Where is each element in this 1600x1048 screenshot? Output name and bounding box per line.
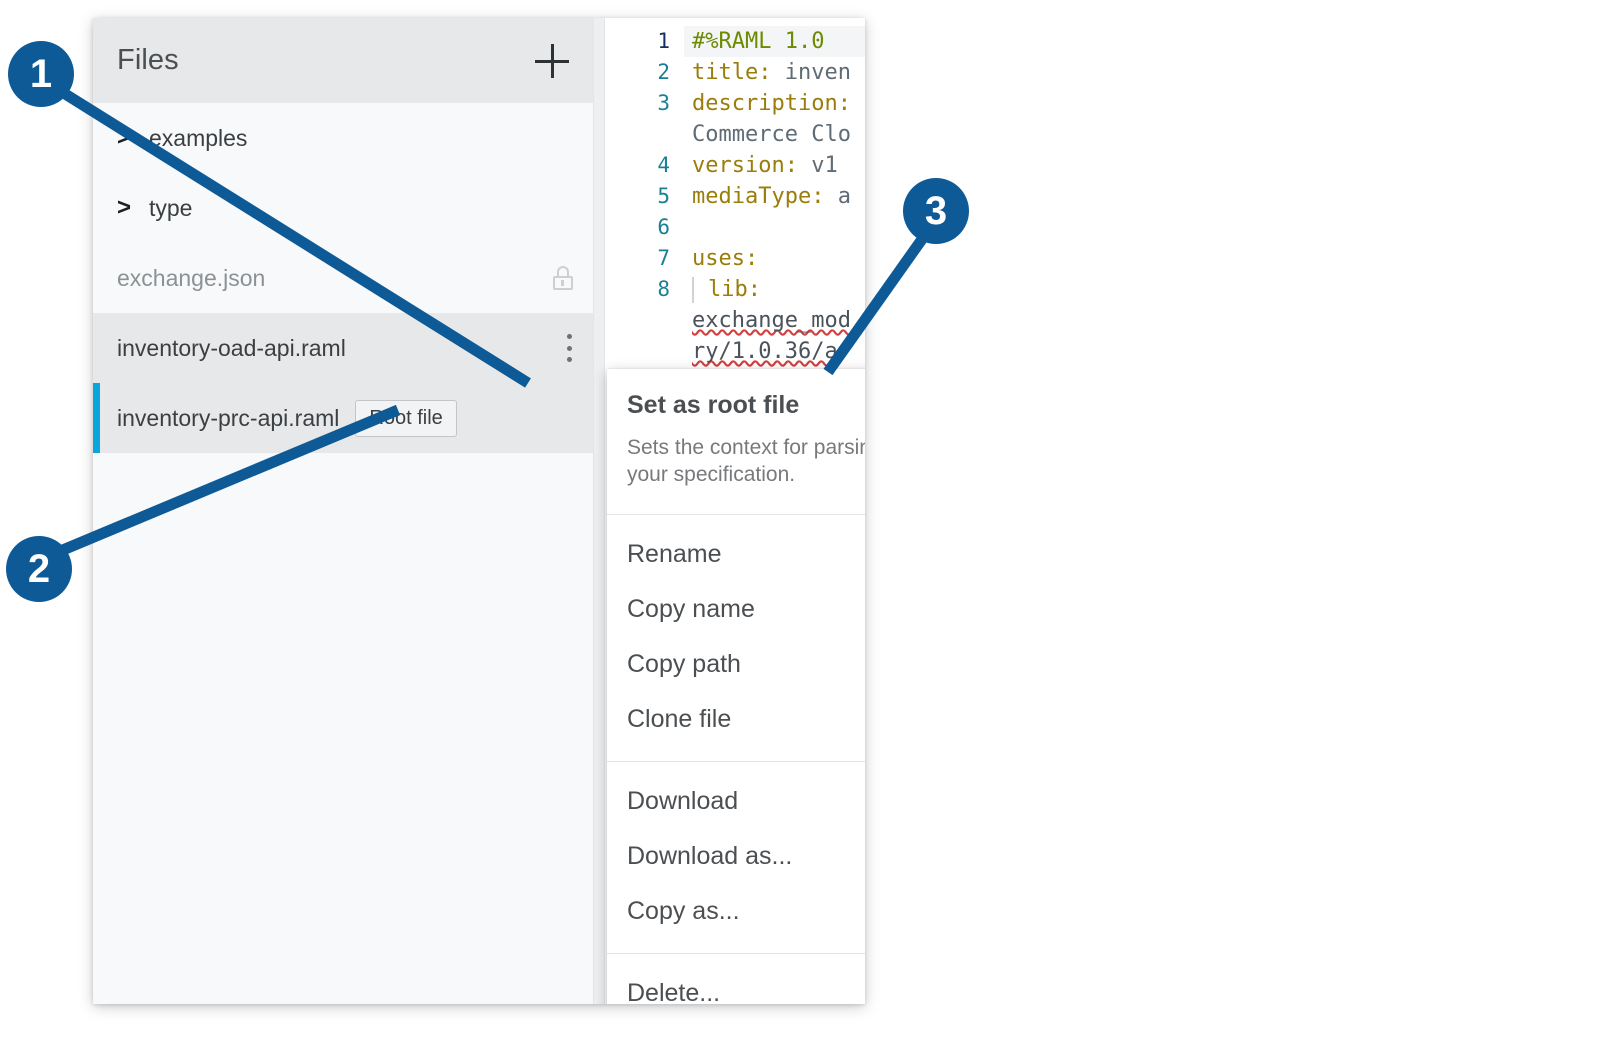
code-text: uses:	[684, 243, 865, 274]
code-text: Commerce Clo	[684, 119, 865, 150]
context-menu-header: Set as root file Sets the context for pa…	[607, 369, 865, 514]
code-text: exchange_mod	[684, 305, 865, 336]
code-token: v1	[798, 153, 838, 178]
code-token: inven	[771, 60, 850, 85]
file-tree: > examples > type exchange.json	[93, 103, 593, 453]
code-text: ry/1.0.36/a	[684, 336, 865, 367]
menu-item-copy-name[interactable]: Copy name	[607, 582, 865, 637]
context-menu-group-2: Download Download as... Copy as...	[607, 762, 865, 953]
kebab-menu-icon[interactable]	[567, 334, 573, 362]
callout-badge-2: 2	[6, 536, 72, 602]
set-as-root-file-item[interactable]: Set as root file	[627, 391, 865, 420]
tree-item-label: exchange.json	[117, 265, 265, 292]
line-number: 1	[606, 26, 684, 57]
code-text: lib:	[684, 274, 865, 305]
file-panel-header: Files	[93, 18, 593, 103]
file-context-menu: Set as root file Sets the context for pa…	[607, 369, 865, 1004]
tree-item-examples[interactable]: > examples	[93, 103, 593, 173]
indent-guide	[692, 277, 694, 303]
code-text: mediaType: a	[684, 181, 865, 212]
tree-item-type[interactable]: > type	[93, 173, 593, 243]
code-token: version:	[692, 153, 798, 178]
context-menu-group-3: Delete...	[607, 954, 865, 1004]
code-token: a	[824, 184, 851, 209]
context-menu-group-1: Rename Copy name Copy path Clone file	[607, 515, 865, 761]
code-line: 6	[606, 212, 865, 243]
code-line: 4version: v1	[606, 150, 865, 181]
tree-item-exchange-json[interactable]: exchange.json	[93, 243, 593, 313]
code-line: 5mediaType: a	[606, 181, 865, 212]
lock-icon	[553, 266, 573, 290]
tree-item-label: inventory-prc-api.raml	[117, 405, 339, 432]
add-file-icon[interactable]	[535, 44, 569, 78]
callout-badge-1: 1	[8, 41, 74, 107]
code-line: 1 #%RAML 1.0	[606, 26, 865, 57]
code-text: #%RAML 1.0	[684, 26, 865, 57]
menu-item-copy-as[interactable]: Copy as...	[607, 884, 865, 939]
code-line: 2title: inven	[606, 57, 865, 88]
row-actions	[553, 243, 573, 313]
line-number: 2	[606, 57, 684, 88]
chevron-right-icon[interactable]: >	[117, 124, 147, 152]
line-number: 7	[606, 243, 684, 274]
line-number: 6	[606, 212, 684, 243]
menu-item-download[interactable]: Download	[607, 774, 865, 829]
line-number: 3	[606, 88, 684, 119]
tree-item-label: type	[149, 195, 192, 222]
code-token: description:	[692, 91, 851, 116]
line-number: 4	[606, 150, 684, 181]
code-line: 8 lib:	[606, 274, 865, 305]
code-token: ry/1.0.36/a	[692, 339, 838, 364]
menu-item-rename[interactable]: Rename	[607, 527, 865, 582]
code-token: exchange_mod	[692, 308, 851, 333]
code-token: Commerce Clo	[692, 122, 851, 147]
app-window: Files > examples > type exchange.json	[93, 18, 865, 1004]
tree-item-label: examples	[149, 125, 247, 152]
set-as-root-file-description: Sets the context for parsing your specif…	[627, 434, 865, 488]
menu-item-delete[interactable]: Delete...	[607, 966, 865, 1004]
tree-item-inventory-oad-api-raml[interactable]: inventory-oad-api.raml	[93, 313, 593, 383]
code-line: 7 uses:	[606, 243, 865, 274]
callout-badge-3: 3	[903, 178, 969, 244]
file-explorer-panel: Files > examples > type exchange.json	[93, 18, 593, 1004]
code-token: uses:	[692, 246, 758, 271]
menu-item-download-as[interactable]: Download as...	[607, 829, 865, 884]
menu-item-clone-file[interactable]: Clone file	[607, 692, 865, 747]
code-line: ry/1.0.36/a	[606, 336, 865, 367]
screenshot-stage: Files > examples > type exchange.json	[0, 0, 1600, 1048]
code-token: mediaType:	[692, 184, 824, 209]
code-token: title:	[692, 60, 771, 85]
code-token: lib:	[708, 277, 761, 302]
code-line: 3 description:	[606, 88, 865, 119]
row-actions	[567, 313, 573, 383]
menu-item-copy-path[interactable]: Copy path	[607, 637, 865, 692]
code-line: Commerce Clo	[606, 119, 865, 150]
code-token: #%RAML 1.0	[692, 29, 824, 54]
panel-resize-divider[interactable]	[593, 18, 605, 1004]
code-text: description:	[684, 88, 865, 119]
line-number: 5	[606, 181, 684, 212]
code-line: exchange_mod	[606, 305, 865, 336]
root-file-badge: Root file	[355, 400, 456, 437]
chevron-right-icon[interactable]: >	[117, 194, 147, 222]
code-text: version: v1	[684, 150, 865, 181]
code-text: title: inven	[684, 57, 865, 88]
line-number: 8	[606, 274, 684, 305]
file-panel-title: Files	[117, 44, 179, 77]
tree-item-inventory-prc-api-raml[interactable]: inventory-prc-api.raml Root file	[93, 383, 593, 453]
tree-item-label: inventory-oad-api.raml	[117, 335, 346, 362]
